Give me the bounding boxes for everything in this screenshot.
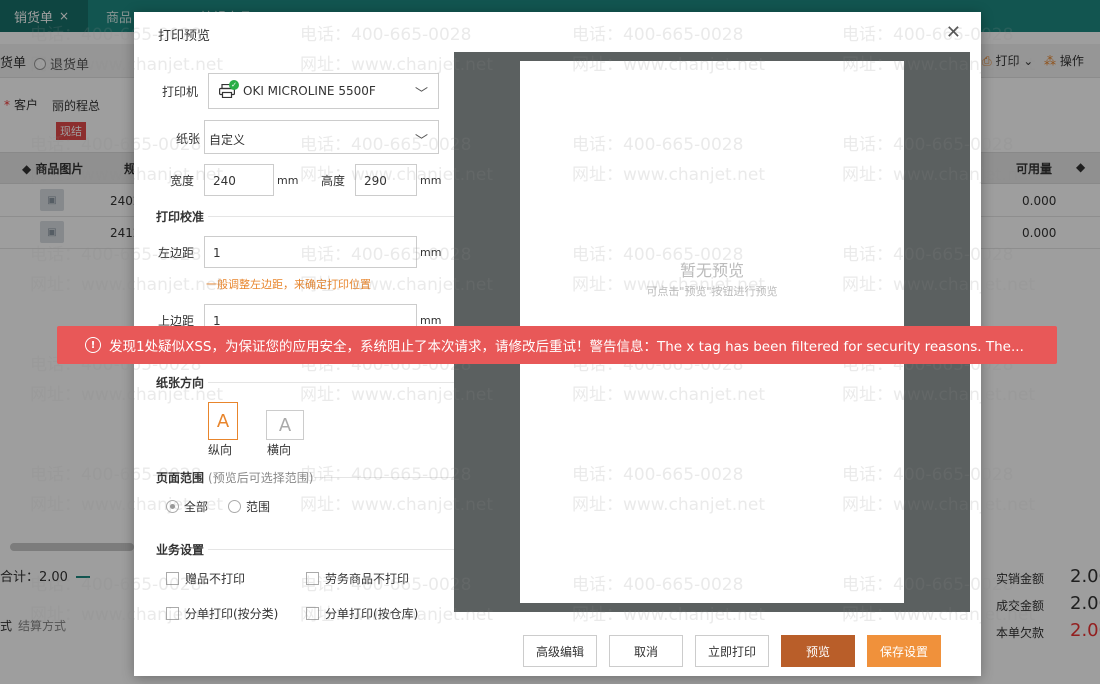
error-banner: ! 发现1处疑似XSS，为保证您的应用安全，系统阻止了本次请求，请修改后重试！警… <box>57 326 1057 364</box>
empty-preview-title: 暂无预览 <box>679 261 744 280</box>
split-by-warehouse-checkbox[interactable]: 分单打印(按仓库) <box>306 605 418 622</box>
height-unit: mm <box>420 174 442 187</box>
width-unit: mm <box>277 174 299 187</box>
paper-select[interactable]: 自定义 ﹀ <box>204 120 439 154</box>
chevron-down-icon: ﹀ <box>414 87 428 102</box>
portrait-option[interactable]: A <box>208 402 238 440</box>
portrait-label: 纵向 <box>208 443 233 457</box>
paper-value: 自定义 <box>209 133 246 147</box>
error-message: 发现1处疑似XSS，为保证您的应用安全，系统阻止了本次请求，请修改后重试！警告信… <box>109 339 1024 355</box>
landscape-label: 横向 <box>267 443 292 457</box>
check-badge-icon: ✓ <box>229 80 239 90</box>
calibration-hint: 一般调整左边距，来确定打印位置 <box>206 278 371 291</box>
cancel-button[interactable]: 取消 <box>609 635 683 667</box>
range-custom-radio[interactable]: 范围 <box>228 498 270 515</box>
advanced-edit-button[interactable]: 高级编辑 <box>523 635 597 667</box>
save-settings-button[interactable]: 保存设置 <box>867 635 941 667</box>
printer-select[interactable]: ✓ OKI MICROLINE 5500F ﹀ <box>208 73 439 109</box>
width-input[interactable]: 240 <box>204 164 274 196</box>
empty-preview-hint: 可点击"预览"按钮进行预览 <box>646 285 778 298</box>
gift-no-print-checkbox[interactable]: 赠品不打印 <box>166 570 245 587</box>
height-input[interactable]: 290 <box>355 164 417 196</box>
section-divider <box>208 382 454 383</box>
left-margin-input[interactable]: 1 <box>204 236 417 268</box>
paper-label: 纸张 <box>176 132 201 146</box>
service-no-print-checkbox[interactable]: 劳务商品不打印 <box>306 570 409 587</box>
range-all-radio[interactable]: 全部 <box>166 498 208 515</box>
landscape-option[interactable]: A <box>266 410 304 440</box>
orientation-section-title: 纸张方向 <box>156 376 205 390</box>
split-by-category-checkbox[interactable]: 分单打印(按分类) <box>166 605 278 622</box>
height-label: 高度 <box>321 174 346 188</box>
business-section-title: 业务设置 <box>156 543 205 557</box>
print-now-button[interactable]: 立即打印 <box>695 635 769 667</box>
page-range-section-title: 页面范围 (预览后可选择范围) <box>156 471 314 485</box>
dialog-title: 打印预览 <box>158 29 211 44</box>
left-margin-label: 左边距 <box>158 246 195 260</box>
section-divider <box>314 477 454 478</box>
section-divider <box>208 549 454 550</box>
printer-label: 打印机 <box>162 85 199 99</box>
calibration-section-title: 打印校准 <box>156 210 205 224</box>
preview-button[interactable]: 预览 <box>781 635 855 667</box>
section-divider <box>208 216 454 217</box>
printer-value: OKI MICROLINE 5500F <box>243 84 376 98</box>
close-icon[interactable]: ✕ <box>946 22 961 43</box>
warning-icon: ! <box>85 337 101 353</box>
width-label: 宽度 <box>170 174 195 188</box>
left-margin-unit: mm <box>420 246 442 259</box>
chevron-down-icon: ﹀ <box>414 134 428 149</box>
